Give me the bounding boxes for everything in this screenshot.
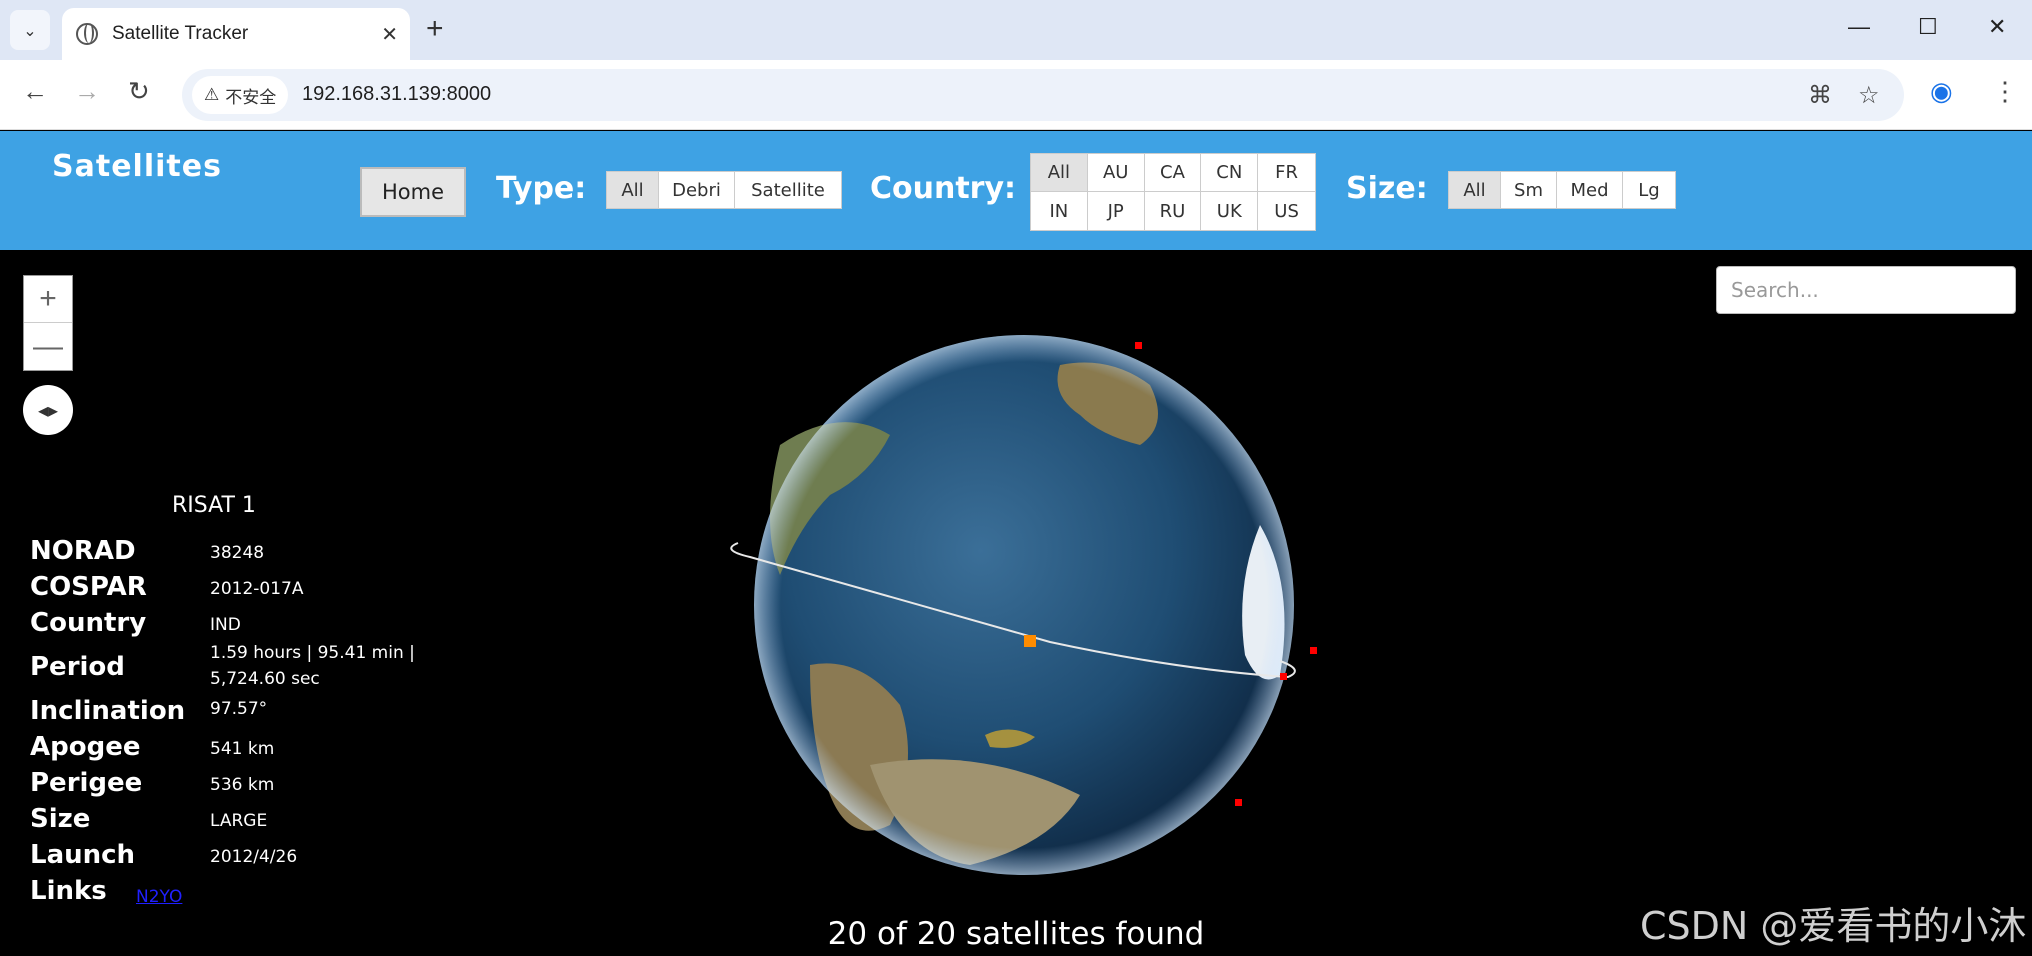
- maximize-icon[interactable]: ☐: [1918, 14, 1938, 40]
- browser-navbar: ← → ↻ ⚠ 不安全 192.168.31.139:8000 ⌘ ☆ ◉ ⋮: [0, 60, 2032, 130]
- profile-icon[interactable]: ◉: [1930, 76, 1953, 107]
- field-value: IND: [210, 615, 241, 635]
- country-option-us[interactable]: US: [1258, 192, 1315, 230]
- country-option-ca[interactable]: CA: [1144, 154, 1202, 192]
- country-option-uk[interactable]: UK: [1201, 192, 1259, 230]
- security-chip[interactable]: ⚠ 不安全: [192, 76, 289, 114]
- field-value: 2012-017A: [210, 579, 304, 599]
- size-label: Size:: [1346, 171, 1428, 206]
- menu-icon[interactable]: ⋮: [1992, 76, 2018, 107]
- size-option-all[interactable]: All: [1449, 172, 1501, 208]
- window-close-icon[interactable]: ✕: [1988, 14, 2006, 40]
- field-value: 541 km: [210, 739, 275, 759]
- search-input[interactable]: [1716, 266, 2016, 314]
- back-icon[interactable]: ←: [22, 76, 48, 107]
- size-filter: All Sm Med Lg: [1448, 171, 1676, 209]
- country-filter: All AU CA CN FR IN JP RU UK US: [1030, 153, 1316, 231]
- address-bar[interactable]: ⚠ 不安全 192.168.31.139:8000 ⌘ ☆: [182, 69, 1904, 121]
- size-option-lg[interactable]: Lg: [1623, 172, 1675, 208]
- app-header: Satellites Home Type: All Debri Satellit…: [0, 131, 2032, 250]
- field-label: Inclination: [30, 696, 186, 726]
- size-option-sm[interactable]: Sm: [1501, 172, 1557, 208]
- type-option-satellite[interactable]: Satellite: [735, 172, 841, 208]
- type-option-all[interactable]: All: [607, 172, 659, 208]
- security-label: 不安全: [225, 87, 277, 107]
- tab-title: Satellite Tracker: [112, 23, 249, 44]
- field-value: 97.57°: [210, 699, 268, 719]
- type-label: Type:: [496, 171, 587, 206]
- globe-icon: [76, 23, 98, 45]
- new-tab-icon[interactable]: +: [426, 12, 444, 46]
- country-option-all[interactable]: All: [1031, 154, 1088, 192]
- tab-search-icon[interactable]: ⌄: [10, 10, 50, 50]
- browser-tabstrip: ⌄ Satellite Tracker ✕ + — ☐ ✕: [0, 0, 2032, 60]
- field-label: Country: [30, 608, 147, 638]
- brand-title: Satellites: [52, 149, 222, 184]
- n2yo-link[interactable]: N2YO: [136, 884, 346, 910]
- field-label: COSPAR: [30, 572, 147, 602]
- zoom-in-button[interactable]: +: [24, 276, 72, 323]
- country-label: Country:: [870, 171, 1017, 206]
- field-label: Perigee: [30, 768, 143, 798]
- country-option-cn[interactable]: CN: [1201, 154, 1259, 192]
- url-text[interactable]: 192.168.31.139:8000: [302, 83, 491, 106]
- satellite-marker[interactable]: [1280, 673, 1287, 680]
- compass-icon[interactable]: ◂▸: [23, 385, 73, 435]
- country-option-ru[interactable]: RU: [1145, 192, 1202, 230]
- field-value: 536 km: [210, 775, 275, 795]
- country-option-in[interactable]: IN: [1031, 192, 1088, 230]
- globe-view[interactable]: [720, 325, 1340, 885]
- satellite-marker[interactable]: [1310, 647, 1317, 654]
- country-option-au[interactable]: AU: [1087, 154, 1145, 192]
- satellite-marker[interactable]: [1235, 799, 1242, 806]
- satellite-name: RISAT 1: [172, 493, 256, 518]
- translate-icon[interactable]: ⌘: [1808, 81, 1832, 109]
- earth-atmosphere: [754, 335, 1294, 875]
- field-value: 38248: [210, 543, 265, 563]
- field-label: Size: [30, 804, 91, 834]
- satellite-marker[interactable]: [1135, 342, 1142, 349]
- type-filter: All Debri Satellite: [606, 171, 842, 209]
- selected-satellite-marker[interactable]: [1024, 635, 1036, 647]
- links-label: Links: [30, 876, 107, 906]
- warning-icon: ⚠: [204, 85, 220, 104]
- reload-icon[interactable]: ↻: [128, 76, 150, 107]
- type-option-debri[interactable]: Debri: [659, 172, 735, 208]
- tab-close-icon[interactable]: ✕: [381, 22, 398, 46]
- size-option-med[interactable]: Med: [1557, 172, 1623, 208]
- zoom-out-button[interactable]: —: [24, 323, 72, 370]
- field-label: NORAD: [30, 536, 136, 566]
- browser-tab[interactable]: Satellite Tracker ✕: [62, 8, 410, 60]
- home-button[interactable]: Home: [360, 167, 466, 217]
- bookmark-star-icon[interactable]: ☆: [1858, 81, 1880, 109]
- country-option-jp[interactable]: JP: [1088, 192, 1145, 230]
- field-label: Launch: [30, 840, 136, 870]
- watermark: CSDN @爱看书的小沐: [1640, 904, 2027, 948]
- field-value: 1.59 hours | 95.41 min | 5,724.60 sec: [210, 643, 415, 689]
- field-label: Apogee: [30, 732, 141, 762]
- field-value: 2012/4/26: [210, 847, 298, 867]
- forward-icon[interactable]: →: [74, 76, 100, 107]
- field-label: Period: [30, 652, 125, 682]
- zoom-control: + —: [23, 275, 73, 371]
- field-value: LARGE: [210, 811, 268, 831]
- minimize-icon[interactable]: —: [1848, 14, 1870, 40]
- country-option-fr[interactable]: FR: [1258, 154, 1315, 192]
